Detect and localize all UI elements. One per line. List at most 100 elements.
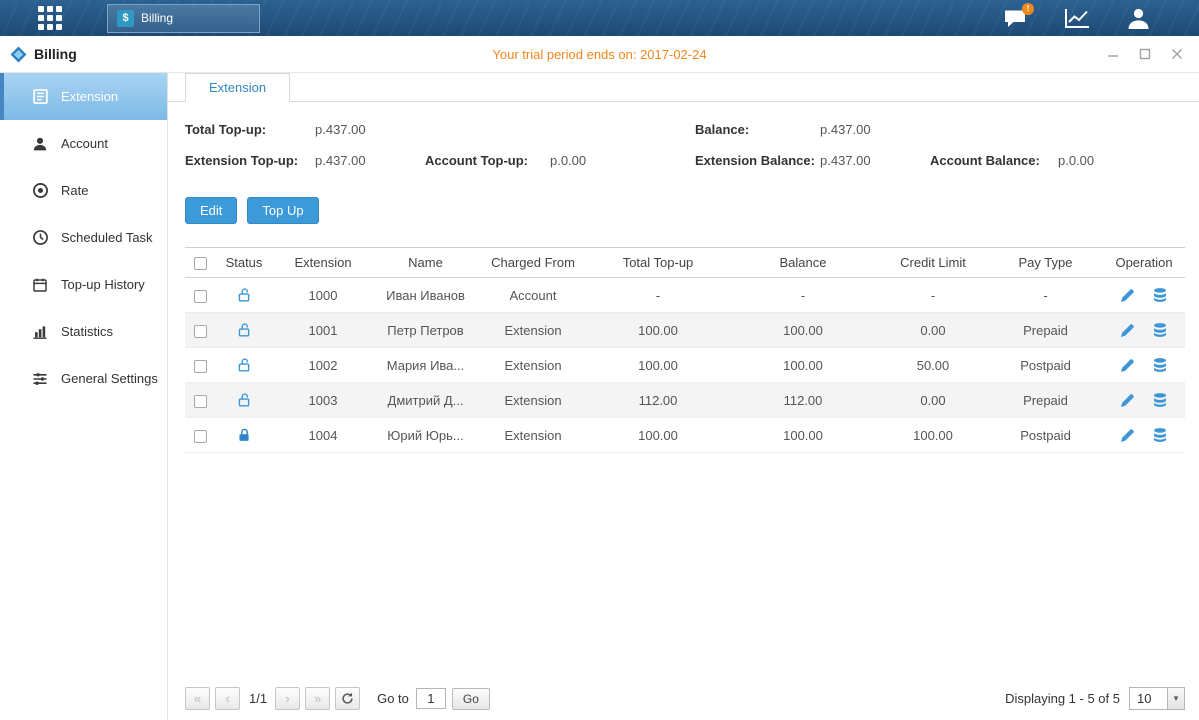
sidebar-item-rate[interactable]: Rate (0, 167, 167, 214)
summary-label: Account Balance: (930, 145, 1040, 176)
column-header-credit-limit: Credit Limit (878, 248, 988, 278)
close-icon[interactable] (1169, 46, 1185, 62)
topbar-tab-billing[interactable]: $ Billing (107, 4, 260, 33)
select-all-checkbox[interactable] (194, 257, 207, 270)
extension-table-body: 1000 Иван Иванов Account - - - - (185, 278, 1185, 453)
cell-pay-type: Postpaid (988, 418, 1103, 453)
clock-icon (31, 229, 49, 247)
table-row[interactable]: 1004 Юрий Юрь... Extension 100.00 100.00… (185, 418, 1185, 453)
column-header-status: Status (215, 248, 273, 278)
page-indicator: 1/1 (249, 691, 267, 706)
cell-name: Мария Ива... (373, 348, 478, 383)
row-checkbox[interactable] (194, 395, 207, 408)
last-page-button[interactable]: » (305, 687, 330, 710)
row-checkbox[interactable] (194, 325, 207, 338)
row-checkbox[interactable] (194, 360, 207, 373)
topbar-tab-label: Billing (141, 11, 173, 25)
top-up-icon[interactable] (1152, 322, 1168, 338)
unlocked-icon[interactable] (237, 357, 252, 373)
top-up-button[interactable]: Top Up (247, 197, 318, 224)
account-icon (31, 135, 49, 153)
row-checkbox[interactable] (194, 430, 207, 443)
edit-icon[interactable] (1120, 393, 1135, 408)
cell-credit-limit: 0.00 (878, 313, 988, 348)
top-up-icon[interactable] (1152, 427, 1168, 443)
sidebar-item-extension[interactable]: Extension (0, 73, 167, 120)
prev-page-button[interactable]: ‹ (215, 687, 240, 710)
minimize-icon[interactable] (1105, 46, 1121, 62)
tabstrip: Extension (168, 73, 1199, 102)
sidebar-item-account[interactable]: Account (0, 120, 167, 167)
unlocked-icon[interactable] (237, 287, 252, 303)
cell-credit-limit: 100.00 (878, 418, 988, 453)
notifications-icon[interactable]: ! (1003, 8, 1028, 29)
cell-balance: 100.00 (728, 348, 878, 383)
edit-icon[interactable] (1120, 323, 1135, 338)
column-header-pay-type: Pay Type (988, 248, 1103, 278)
table-row[interactable]: 1001 Петр Петров Extension 100.00 100.00… (185, 313, 1185, 348)
cell-extension: 1003 (273, 383, 373, 418)
calendar-icon (31, 276, 49, 294)
cell-total-topup: 100.00 (588, 348, 728, 383)
rate-icon (31, 182, 49, 200)
row-checkbox[interactable] (194, 290, 207, 303)
top-up-icon[interactable] (1152, 357, 1168, 373)
sidebar-item-label: Extension (61, 89, 118, 104)
user-icon[interactable] (1126, 6, 1151, 30)
sidebar-item-label: Top-up History (61, 277, 145, 292)
settings-sliders-icon (31, 370, 49, 388)
summary-label: Account Top-up: (425, 145, 528, 176)
next-page-button[interactable]: › (275, 687, 300, 710)
go-button[interactable]: Go (452, 688, 490, 710)
locked-icon[interactable] (237, 427, 252, 443)
edit-icon[interactable] (1120, 358, 1135, 373)
first-page-button[interactable]: « (185, 687, 210, 710)
unlocked-icon[interactable] (237, 392, 252, 408)
edit-button[interactable]: Edit (185, 197, 237, 224)
summary-value: p.437.00 (315, 114, 366, 145)
cell-extension: 1002 (273, 348, 373, 383)
chart-icon[interactable] (1064, 8, 1090, 29)
sidebar-item-scheduled-task[interactable]: Scheduled Task (0, 214, 167, 261)
cell-charged-from: Extension (478, 313, 588, 348)
sidebar-item-general-settings[interactable]: General Settings (0, 355, 167, 402)
top-up-icon[interactable] (1152, 392, 1168, 408)
table-row[interactable]: 1000 Иван Иванов Account - - - - (185, 278, 1185, 313)
sidebar-item-statistics[interactable]: Statistics (0, 308, 167, 355)
edit-icon[interactable] (1120, 428, 1135, 443)
sidebar-item-label: Rate (61, 183, 88, 198)
window-title: Billing (34, 46, 77, 62)
refresh-button[interactable] (335, 687, 360, 710)
summary-label: Extension Top-up: (185, 145, 298, 176)
summary-value: p.437.00 (315, 145, 366, 176)
content: Extension Account Rate Scheduled Task To… (0, 73, 1199, 720)
cell-extension: 1001 (273, 313, 373, 348)
trial-notice: Your trial period ends on: 2017-02-24 (0, 47, 1199, 62)
cell-balance: 112.00 (728, 383, 878, 418)
summary-value: p.0.00 (1058, 145, 1094, 176)
extension-icon (31, 88, 49, 106)
displaying-text: Displaying 1 - 5 of 5 (1005, 691, 1120, 706)
action-buttons: Edit Top Up (185, 197, 1199, 224)
sidebar-item-topup-history[interactable]: Top-up History (0, 261, 167, 308)
column-header-total-topup: Total Top-up (588, 248, 728, 278)
edit-icon[interactable] (1120, 288, 1135, 303)
table-row[interactable]: 1002 Мария Ива... Extension 100.00 100.0… (185, 348, 1185, 383)
cell-charged-from: Extension (478, 418, 588, 453)
cell-balance: - (728, 278, 878, 313)
table-row[interactable]: 1003 Дмитрий Д... Extension 112.00 112.0… (185, 383, 1185, 418)
cell-total-topup: - (588, 278, 728, 313)
top-up-icon[interactable] (1152, 287, 1168, 303)
maximize-icon[interactable] (1137, 46, 1153, 62)
window-controls (1105, 46, 1185, 62)
apps-grid-icon[interactable] (38, 6, 62, 30)
page-size-select[interactable]: 10 ▾ (1129, 687, 1185, 710)
sidebar: Extension Account Rate Scheduled Task To… (0, 73, 168, 720)
goto-page-input[interactable] (416, 688, 446, 709)
tab-extension[interactable]: Extension (185, 73, 290, 102)
cell-pay-type: Prepaid (988, 383, 1103, 418)
sidebar-item-label: Account (61, 136, 108, 151)
cell-name: Юрий Юрь... (373, 418, 478, 453)
unlocked-icon[interactable] (237, 322, 252, 338)
bar-chart-icon (31, 323, 49, 341)
